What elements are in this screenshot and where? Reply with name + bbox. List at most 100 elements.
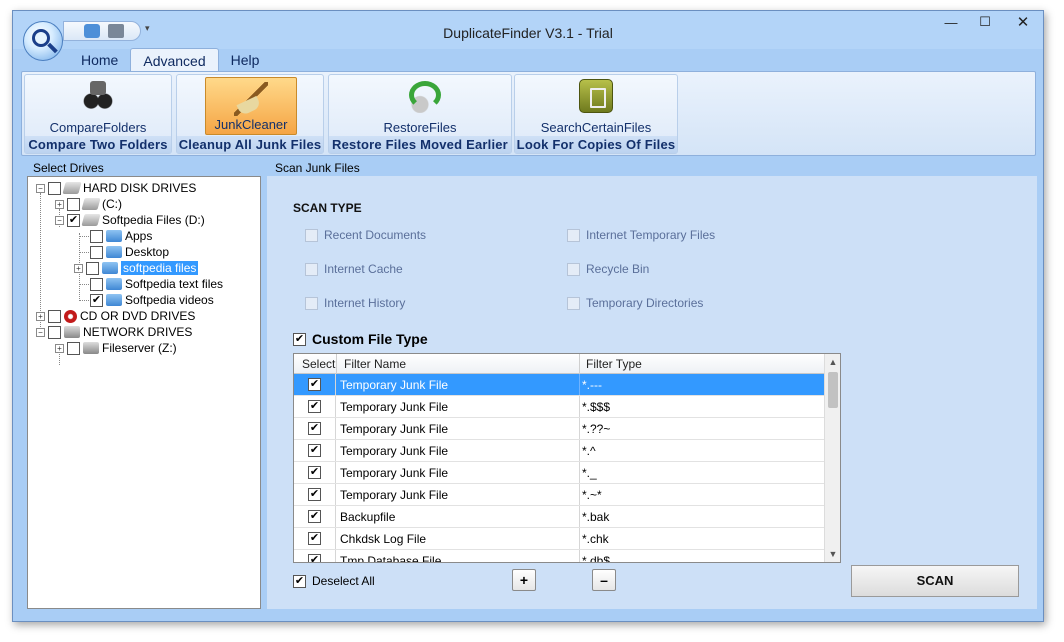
option-checkbox[interactable] xyxy=(567,262,580,276)
tree-item-label: softpedia files xyxy=(121,261,199,275)
scroll-down-icon[interactable]: ▼ xyxy=(825,546,840,562)
header-filter-type[interactable]: Filter Type xyxy=(586,357,642,371)
minimize-button[interactable]: — xyxy=(937,11,965,33)
scroll-up-icon[interactable]: ▲ xyxy=(825,354,840,370)
option-internet-temporary-files[interactable]: Internet Temporary Files xyxy=(567,228,715,242)
option-temporary-directories[interactable]: Temporary Directories xyxy=(567,296,703,310)
option-checkbox[interactable] xyxy=(305,228,318,242)
tree-item-network-drives[interactable]: − NETWORK DRIVES xyxy=(36,324,192,340)
custom-file-type-toggle[interactable]: ✔ Custom File Type xyxy=(293,331,428,347)
expand-icon[interactable]: + xyxy=(36,311,45,321)
compare-folders-button[interactable]: CompareFolders xyxy=(25,75,171,137)
close-button[interactable]: ✕ xyxy=(1003,11,1043,33)
tree-checkbox[interactable]: ✔ xyxy=(67,213,80,227)
table-row[interactable]: ✔ Temporary Junk File *._ xyxy=(294,462,824,484)
option-internet-history[interactable]: Internet History xyxy=(305,296,405,310)
tree-checkbox[interactable] xyxy=(48,181,61,195)
row-filter-type: *.--- xyxy=(582,378,602,392)
scroll-thumb[interactable] xyxy=(828,372,838,408)
collapse-icon[interactable]: − xyxy=(36,183,45,193)
table-row[interactable]: ✔ Backupfile *.bak xyxy=(294,506,824,528)
broom-icon xyxy=(234,82,268,116)
custom-file-type-checkbox[interactable]: ✔ xyxy=(293,332,306,346)
drive-icon xyxy=(81,214,101,226)
tree-item-desktop[interactable]: Desktop xyxy=(90,244,169,260)
tree-item-softpedia-videos[interactable]: ✔ Softpedia videos xyxy=(90,292,214,308)
row-checkbox[interactable]: ✔ xyxy=(308,378,321,391)
expand-icon[interactable]: + xyxy=(55,343,64,353)
header-filter-name[interactable]: Filter Name xyxy=(344,357,406,371)
tree-checkbox[interactable] xyxy=(90,277,103,291)
tree-item-hard-disk-drives[interactable]: − HARD DISK DRIVES xyxy=(36,180,196,196)
remove-filter-button[interactable]: – xyxy=(592,569,616,591)
junk-cleaner-button[interactable]: JunkCleaner xyxy=(205,77,297,135)
add-filter-button[interactable]: + xyxy=(512,569,536,591)
tree-item-cd-dvd-drives[interactable]: + CD OR DVD DRIVES xyxy=(36,308,195,324)
option-checkbox[interactable] xyxy=(305,296,318,310)
tree-checkbox[interactable] xyxy=(90,245,103,259)
row-checkbox[interactable]: ✔ xyxy=(308,554,321,562)
tab-home[interactable]: Home xyxy=(69,48,130,72)
row-filter-type: *.$$$ xyxy=(582,400,611,414)
tree-item-softpedia-files[interactable]: + softpedia files xyxy=(74,260,199,276)
scan-button[interactable]: SCAN xyxy=(851,565,1019,597)
tree-item-label: Apps xyxy=(125,229,153,243)
row-checkbox[interactable]: ✔ xyxy=(308,400,321,413)
tree-checkbox[interactable] xyxy=(90,229,103,243)
tree-checkbox[interactable] xyxy=(86,261,99,275)
tree-item-fileserver-z[interactable]: + Fileserver (Z:) xyxy=(55,340,177,356)
collapse-icon[interactable]: − xyxy=(36,327,45,337)
row-filter-name: Temporary Junk File xyxy=(340,488,449,502)
table-row[interactable]: ✔ Tmp Database File *.db$ xyxy=(294,550,824,562)
option-label: Internet Cache xyxy=(324,262,403,276)
row-checkbox[interactable]: ✔ xyxy=(308,444,321,457)
option-checkbox[interactable] xyxy=(567,296,580,310)
tree-item-label: Softpedia videos xyxy=(125,293,214,307)
option-internet-cache[interactable]: Internet Cache xyxy=(305,262,403,276)
expand-icon[interactable]: + xyxy=(74,263,83,273)
option-checkbox[interactable] xyxy=(567,228,580,242)
table-row[interactable]: ✔ Temporary Junk File *.??~ xyxy=(294,418,824,440)
header-select[interactable]: Select xyxy=(302,357,335,371)
table-row[interactable]: ✔ Temporary Junk File *.--- xyxy=(294,374,824,396)
tree-checkbox[interactable] xyxy=(48,325,61,339)
grid-scrollbar[interactable]: ▲ ▼ xyxy=(824,354,840,562)
scan-type-heading: SCAN TYPE xyxy=(293,201,362,215)
tree-item-c-drive[interactable]: + (C:) xyxy=(55,196,122,212)
row-checkbox[interactable]: ✔ xyxy=(308,466,321,479)
option-recycle-bin[interactable]: Recycle Bin xyxy=(567,262,649,276)
tree-checkbox[interactable]: ✔ xyxy=(90,293,103,307)
restore-files-button[interactable]: RestoreFiles xyxy=(329,75,511,137)
table-row[interactable]: ✔ Temporary Junk File *.$$$ xyxy=(294,396,824,418)
table-row[interactable]: ✔ Temporary Junk File *.^ xyxy=(294,440,824,462)
folder-icon xyxy=(102,262,118,274)
cd-icon xyxy=(64,309,77,323)
deselect-all-checkbox[interactable]: ✔ xyxy=(293,574,306,588)
row-checkbox[interactable]: ✔ xyxy=(308,422,321,435)
maximize-button[interactable]: ☐ xyxy=(971,11,999,33)
tree-item-apps[interactable]: Apps xyxy=(90,228,152,244)
tab-help[interactable]: Help xyxy=(219,48,272,72)
tree-item-softpedia-text-files[interactable]: Softpedia text files xyxy=(90,276,223,292)
row-checkbox[interactable]: ✔ xyxy=(308,488,321,501)
option-checkbox[interactable] xyxy=(305,262,318,276)
row-checkbox[interactable]: ✔ xyxy=(308,532,321,545)
tree-checkbox[interactable] xyxy=(67,341,80,355)
app-menu-orb-icon[interactable] xyxy=(23,21,63,61)
deselect-all-toggle[interactable]: ✔ Deselect All xyxy=(293,574,375,588)
option-recent-documents[interactable]: Recent Documents xyxy=(305,228,426,242)
collapse-icon[interactable]: − xyxy=(55,215,64,225)
search-files-icon xyxy=(579,79,613,113)
tab-advanced[interactable]: Advanced xyxy=(130,48,219,72)
deselect-all-label: Deselect All xyxy=(312,574,375,588)
table-row[interactable]: ✔ Chkdsk Log File *.chk xyxy=(294,528,824,550)
tree-item-softpedia-files-d[interactable]: − ✔ Softpedia Files (D:) xyxy=(55,212,205,228)
search-certain-files-button[interactable]: SearchCertainFiles xyxy=(515,75,677,137)
tree-checkbox[interactable] xyxy=(48,309,61,323)
filter-grid[interactable]: Select Filter Name Filter Type ✔ Tempora… xyxy=(293,353,841,563)
tree-checkbox[interactable] xyxy=(67,197,80,211)
row-checkbox[interactable]: ✔ xyxy=(308,510,321,523)
drive-tree[interactable]: − HARD DISK DRIVES + (C:) − ✔ Softpedia … xyxy=(27,176,261,609)
table-row[interactable]: ✔ Temporary Junk File *.~* xyxy=(294,484,824,506)
expand-icon[interactable]: + xyxy=(55,199,64,209)
